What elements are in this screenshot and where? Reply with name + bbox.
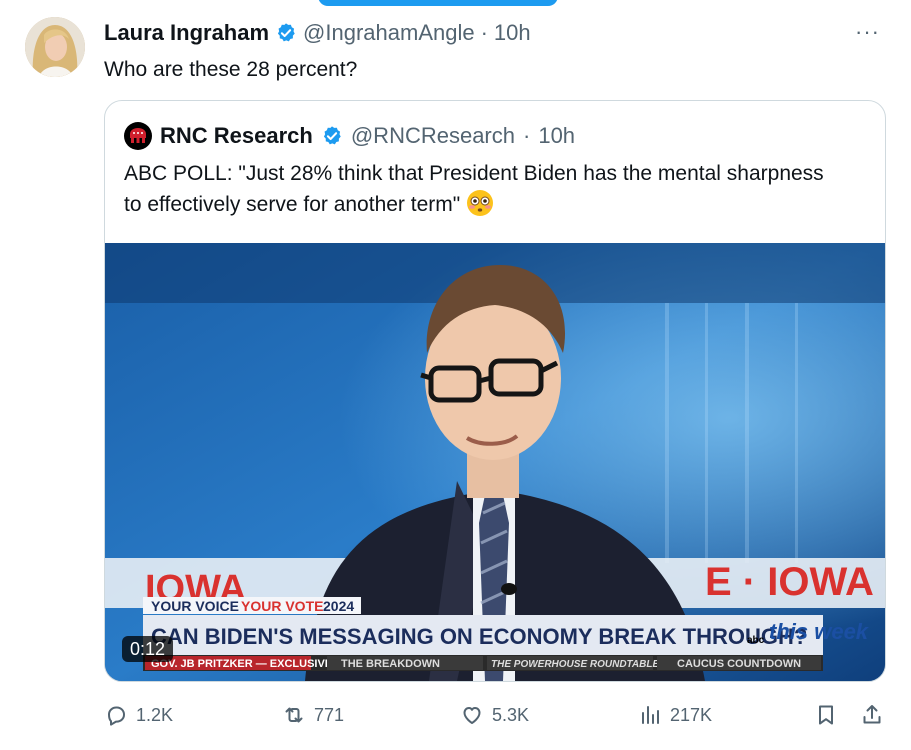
quoted-author-name: RNC Research xyxy=(160,123,313,148)
abc-logo-text: abc xyxy=(747,635,765,646)
separator-dot: · xyxy=(480,20,488,45)
author-name[interactable]: Laura Ingraham xyxy=(104,20,269,46)
bg-word-right: E · IOWA xyxy=(705,560,874,604)
reply-icon xyxy=(108,706,125,726)
bookmark-button[interactable] xyxy=(814,703,838,727)
video-duration: 0:12 xyxy=(122,636,174,662)
quoted-tweet[interactable]: RNC Research @RNCResearch · 10h ABC POLL… xyxy=(104,100,886,682)
views-button[interactable]: 217K xyxy=(638,703,712,727)
avatar[interactable] xyxy=(25,17,85,77)
action-bar: 1.2K 771 5.3K 217K xyxy=(104,703,887,733)
ticker-item-2: THE BREAKDOWN xyxy=(341,658,440,670)
ticker-item-1: GOV. JB PRITZKER — EXCLUSIVE xyxy=(151,658,332,670)
video-player[interactable]: IOWA E · IOWA YOUR VOICE YOUR VOTE 2024 … xyxy=(105,243,885,681)
quoted-tweet-text: ABC POLL: "Just 28% think that President… xyxy=(124,159,844,220)
share-icon xyxy=(863,705,881,724)
heart-icon xyxy=(463,707,481,724)
reply-count: 1.2K xyxy=(136,704,174,725)
quoted-avatar xyxy=(124,122,152,150)
this-week-logo: this week xyxy=(769,619,870,644)
bookmark-icon xyxy=(819,705,833,725)
video-headline: CAN BIDEN'S MESSAGING ON ECONOMY BREAK T… xyxy=(151,624,807,649)
repost-button[interactable]: 771 xyxy=(282,703,344,727)
verified-badge-icon xyxy=(323,126,341,145)
video-frame: IOWA E · IOWA YOUR VOICE YOUR VOTE 2024 … xyxy=(105,243,885,681)
elephant-logo-icon xyxy=(130,128,146,143)
author-handle[interactable]: @IngrahamAngle xyxy=(303,20,475,46)
tweet-text: Who are these 28 percent? xyxy=(104,58,358,81)
tweet-header: Laura Ingraham @IngrahamAngle · 10h xyxy=(104,19,531,47)
reply-button[interactable]: 1.2K xyxy=(104,703,173,727)
lower-third-top-left: YOUR VOICE xyxy=(151,598,239,614)
verified-badge-icon[interactable] xyxy=(275,22,297,44)
timestamp[interactable]: 10h xyxy=(494,20,531,46)
repost-count: 771 xyxy=(314,704,345,725)
ticker-item-3: THE POWERHOUSE ROUNDTABLE xyxy=(491,659,659,670)
lower-third-top-mid: YOUR VOTE xyxy=(241,598,323,614)
lower-third-top-year: 2024 xyxy=(323,598,354,614)
avatar-image xyxy=(25,17,85,77)
more-options-icon[interactable]: ··· xyxy=(855,21,883,46)
like-button[interactable]: 5.3K xyxy=(460,703,529,727)
quoted-author-handle: @RNCResearch xyxy=(350,123,515,148)
analytics-icon xyxy=(642,706,659,724)
tweet: Laura Ingraham @IngrahamAngle · 10h ··· … xyxy=(0,0,911,750)
repost-icon xyxy=(285,707,303,723)
separator-dot: · xyxy=(523,123,531,148)
quoted-tweet-header: RNC Research @RNCResearch · 10h xyxy=(124,122,575,150)
share-button[interactable] xyxy=(860,703,884,727)
ticker-item-4: CAUCUS COUNTDOWN xyxy=(677,658,801,670)
flushed-face-icon xyxy=(467,190,494,216)
view-count: 217K xyxy=(670,704,713,725)
quoted-timestamp: 10h xyxy=(538,123,576,148)
like-count: 5.3K xyxy=(492,704,530,725)
